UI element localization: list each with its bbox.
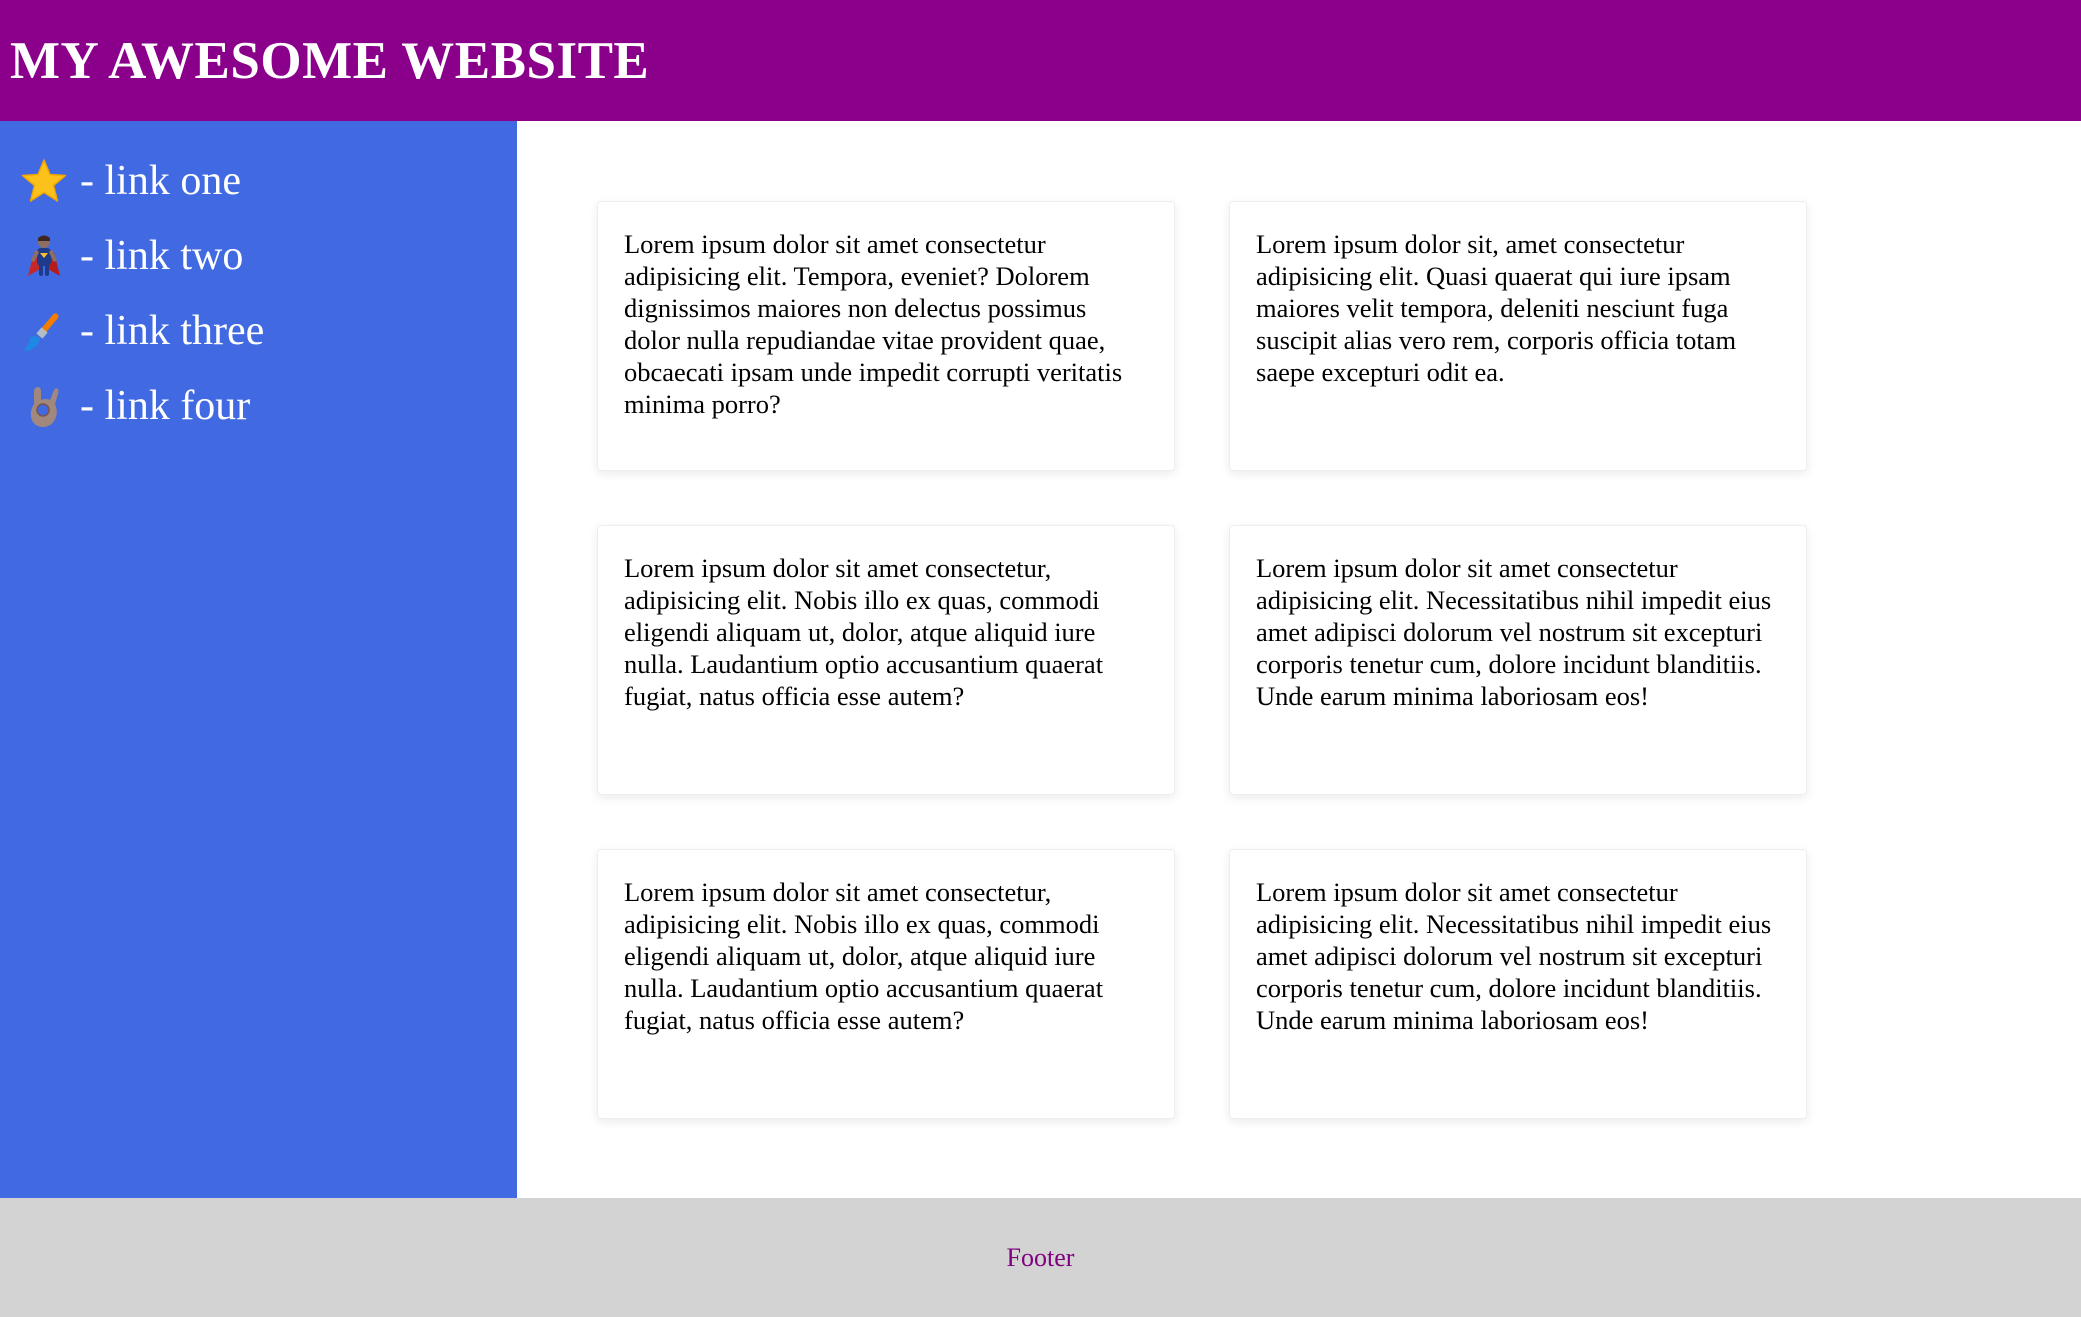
footer-label: Footer [1006,1242,1075,1272]
sidebar: - link one - link two - link three - lin… [0,121,517,1198]
card-text: Lorem ipsum dolor sit amet consectetur a… [624,229,1123,419]
site-header: MY AWESOME WEBSITE [0,0,2081,121]
card: Lorem ipsum dolor sit amet consectetur a… [1229,525,1807,795]
site-footer: Footer [0,1198,2081,1317]
card: Lorem ipsum dolor sit amet consectetur a… [597,201,1175,471]
ok-hand-icon [18,380,70,432]
card: Lorem ipsum dolor sit amet consectetur a… [1229,849,1807,1119]
card-text: Lorem ipsum dolor sit amet consectetur a… [1256,877,1772,1035]
sidebar-item-link-two[interactable]: - link two [18,218,517,293]
card-text: Lorem ipsum dolor sit amet consectetur a… [1256,553,1772,711]
card-text: Lorem ipsum dolor sit, amet consectetur … [1256,229,1737,387]
card: Lorem ipsum dolor sit amet consectetur, … [597,525,1175,795]
card-text: Lorem ipsum dolor sit amet consectetur, … [624,553,1104,711]
page: MY AWESOME WEBSITE - link one - link two… [0,0,2081,1317]
sidebar-item-link-one[interactable]: - link one [18,143,517,218]
paintbrush-icon [18,305,70,357]
sidebar-item-label: - link three [80,307,265,354]
star-icon [18,155,70,207]
sidebar-item-link-four[interactable]: - link four [18,368,517,443]
card-text: Lorem ipsum dolor sit amet consectetur, … [624,877,1104,1035]
site-title: MY AWESOME WEBSITE [10,31,650,90]
card-grid: Lorem ipsum dolor sit amet consectetur a… [597,201,1807,1119]
sidebar-item-link-three[interactable]: - link three [18,293,517,368]
superhero-icon [18,230,70,282]
sidebar-item-label: - link four [80,382,251,429]
sidebar-item-label: - link one [80,157,241,204]
main-content: Lorem ipsum dolor sit amet consectetur a… [517,121,2081,1198]
card: Lorem ipsum dolor sit amet consectetur, … [597,849,1175,1119]
sidebar-item-label: - link two [80,232,244,279]
card: Lorem ipsum dolor sit, amet consectetur … [1229,201,1807,471]
